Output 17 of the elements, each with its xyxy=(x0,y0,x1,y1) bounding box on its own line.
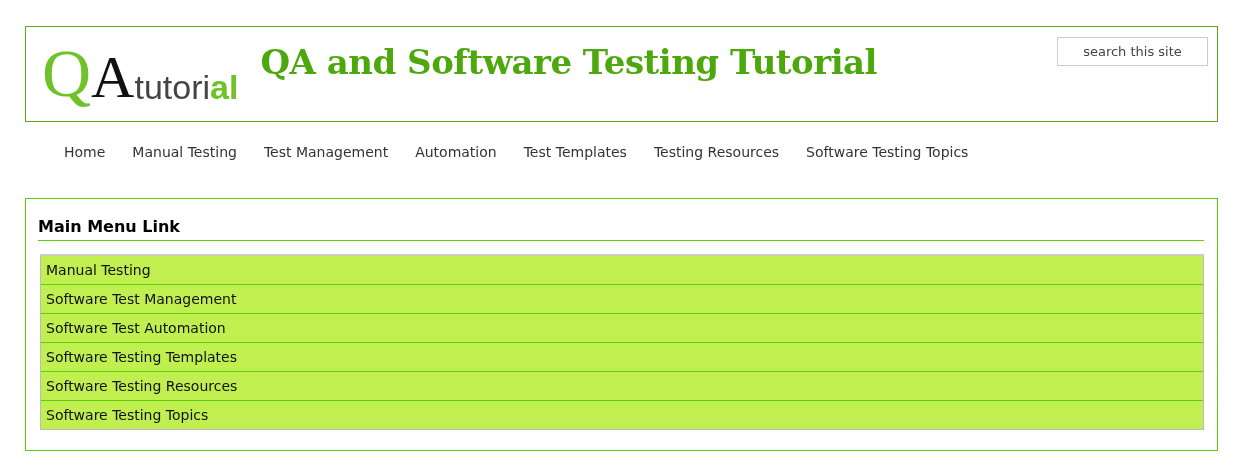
menu-item[interactable]: Software Test Management xyxy=(41,285,1203,314)
menu-item[interactable]: Software Testing Templates xyxy=(41,343,1203,372)
menu-item[interactable]: Software Test Automation xyxy=(41,314,1203,343)
menu-heading: Main Menu Link xyxy=(38,215,1204,241)
search-field[interactable]: search this site xyxy=(1057,37,1208,66)
menu-item[interactable]: Manual Testing xyxy=(41,256,1203,285)
nav-link[interactable]: Testing Resources xyxy=(643,140,790,198)
nav-link[interactable]: Home xyxy=(54,140,116,198)
nav-link[interactable]: Test Management xyxy=(253,140,399,198)
logo[interactable]: QAtutorial xyxy=(42,43,239,105)
nav-link[interactable]: Automation xyxy=(405,140,507,198)
nav-link[interactable]: Software Testing Topics xyxy=(796,140,979,198)
menu-item[interactable]: Software Testing Topics xyxy=(41,401,1203,429)
nav-link[interactable]: Test Templates xyxy=(513,140,637,198)
menu-item[interactable]: Software Testing Resources xyxy=(41,372,1203,401)
site-title: QA and Software Testing Tutorial xyxy=(260,41,878,84)
nav-link[interactable]: Manual Testing xyxy=(122,140,247,198)
